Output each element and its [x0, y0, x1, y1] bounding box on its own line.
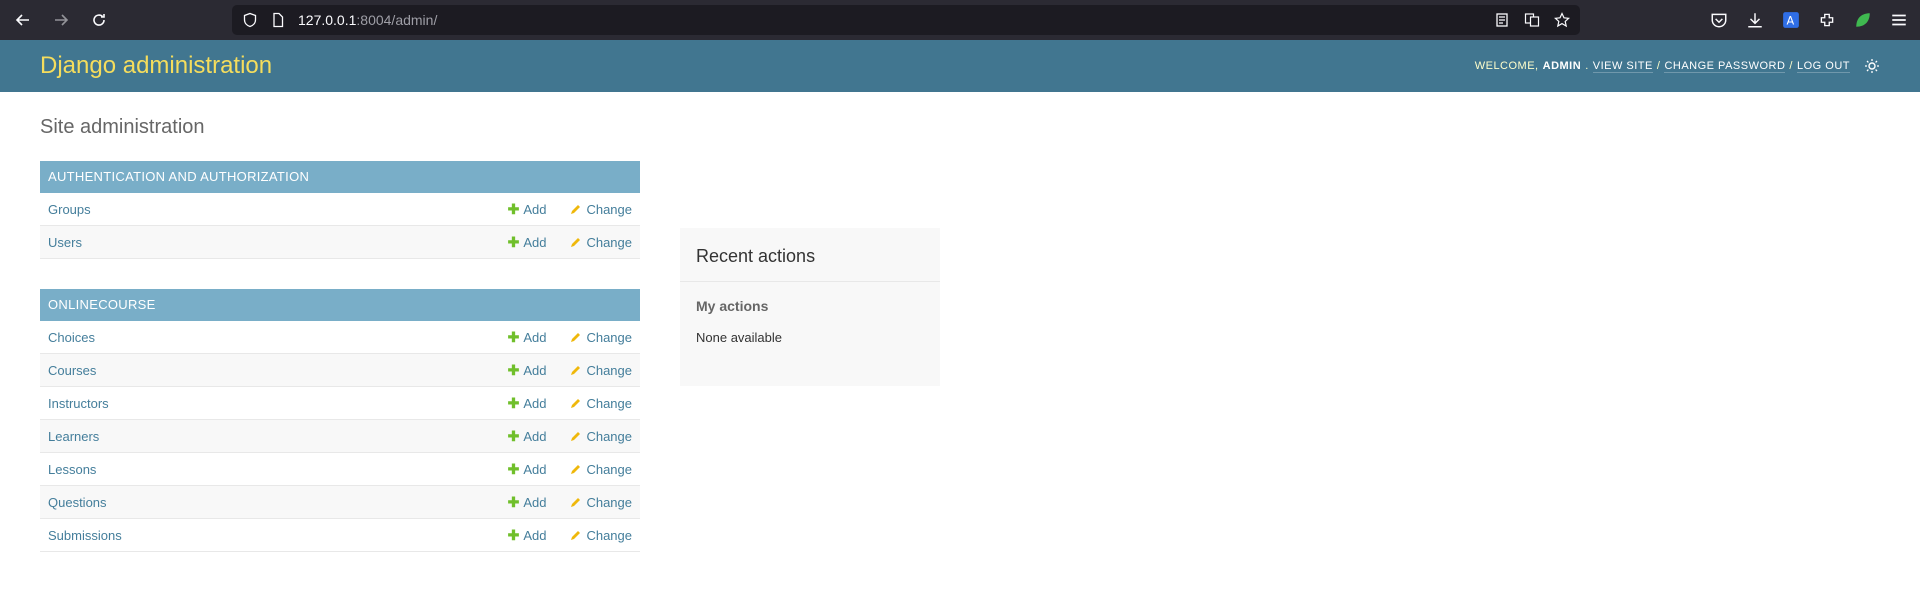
arrow-right-icon: [55, 14, 69, 26]
model-link[interactable]: Choices: [48, 330, 508, 345]
no-actions-text: None available: [696, 330, 783, 345]
change-password-link[interactable]: CHANGE PASSWORD: [1664, 60, 1786, 73]
translate-extension-icon[interactable]: A: [1782, 11, 1800, 29]
add-link[interactable]: ✚ Add: [508, 362, 547, 379]
reload-button[interactable]: [86, 7, 112, 33]
my-actions-heading: My actions: [696, 298, 769, 314]
add-link[interactable]: ✚ Add: [508, 494, 547, 511]
model-link[interactable]: Users: [48, 235, 508, 250]
arrow-left-icon: [15, 14, 29, 26]
extensions-icon[interactable]: [1818, 11, 1836, 29]
change-link[interactable]: Change: [570, 202, 632, 217]
plus-icon: ✚: [507, 460, 520, 477]
site-header: Django administration WELCOME, ADMIN. VI…: [0, 40, 1920, 92]
plus-icon: ✚: [507, 233, 520, 250]
view-site-link[interactable]: VIEW SITE: [1592, 60, 1653, 73]
pencil-icon: [570, 463, 582, 475]
address-bar[interactable]: 127.0.0.1:8004/admin/: [232, 5, 1580, 35]
pencil-icon: [570, 203, 582, 215]
model-link[interactable]: Lessons: [48, 462, 508, 477]
change-link[interactable]: Change: [570, 528, 632, 543]
pencil-icon: [570, 364, 582, 376]
change-link[interactable]: Change: [570, 429, 632, 444]
model-row: Instructors ✚ Add Change: [40, 387, 640, 420]
pencil-icon: [570, 496, 582, 508]
add-link[interactable]: ✚ Add: [508, 428, 547, 445]
plus-icon: ✚: [507, 200, 520, 217]
plus-icon: ✚: [507, 361, 520, 378]
model-link[interactable]: Instructors: [48, 396, 508, 411]
url-text[interactable]: 127.0.0.1:8004/admin/: [298, 12, 437, 28]
add-link[interactable]: ✚ Add: [508, 329, 547, 346]
pencil-icon: [570, 430, 582, 442]
recent-actions-module: Recent actions My actions None available: [680, 228, 940, 386]
model-row: Submissions ✚ Add Change: [40, 519, 640, 552]
forward-button[interactable]: [48, 7, 74, 33]
reload-icon: [93, 14, 105, 26]
plus-icon: ✚: [507, 394, 520, 411]
model-link[interactable]: Learners: [48, 429, 508, 444]
page-icon: [270, 12, 286, 28]
app-module: AUTHENTICATION AND AUTHORIZATION Groups ✚ A…: [40, 161, 640, 259]
model-row: Users ✚ Add Change: [40, 226, 640, 259]
browser-toolbar: 127.0.0.1:8004/admin/ A: [0, 0, 1920, 40]
model-row: Groups ✚ Add Change: [40, 193, 640, 226]
plus-icon: ✚: [507, 526, 520, 543]
app-module: ONLINECOURSE Choices ✚ Add Change Courses ✚ Add…: [40, 289, 640, 552]
content: Site administration AUTHENTICATION AND A…: [0, 92, 1920, 595]
model-row: Choices ✚ Add Change: [40, 321, 640, 354]
user-tools: WELCOME, ADMIN. VIEW SITE / CHANGE PASSW…: [1475, 58, 1880, 74]
add-link[interactable]: ✚ Add: [508, 527, 547, 544]
plus-icon: ✚: [507, 493, 520, 510]
add-link[interactable]: ✚ Add: [508, 234, 547, 251]
model-link[interactable]: Groups: [48, 202, 508, 217]
model-row: Questions ✚ Add Change: [40, 486, 640, 519]
username: ADMIN: [1542, 60, 1582, 72]
pencil-icon: [570, 331, 582, 343]
add-link[interactable]: ✚ Add: [508, 395, 547, 412]
app-caption[interactable]: ONLINECOURSE: [40, 289, 640, 321]
add-link[interactable]: ✚ Add: [508, 201, 547, 218]
pencil-icon: [570, 236, 582, 248]
svg-text:A: A: [1787, 15, 1795, 28]
extension-leaf-icon[interactable]: [1854, 11, 1872, 29]
recent-actions-title: Recent actions: [680, 228, 940, 282]
change-link[interactable]: Change: [570, 330, 632, 345]
model-row: Lessons ✚ Add Change: [40, 453, 640, 486]
welcome-text: WELCOME,: [1474, 60, 1539, 72]
theme-toggle-icon[interactable]: [1864, 58, 1880, 74]
menu-icon[interactable]: [1890, 11, 1908, 29]
model-link[interactable]: Submissions: [48, 528, 508, 543]
change-link[interactable]: Change: [570, 495, 632, 510]
pencil-icon: [570, 529, 582, 541]
shield-icon[interactable]: [242, 12, 258, 28]
model-row: Courses ✚ Add Change: [40, 354, 640, 387]
model-row: Learners ✚ Add Change: [40, 420, 640, 453]
app-caption[interactable]: AUTHENTICATION AND AUTHORIZATION: [40, 161, 640, 193]
log-out-link[interactable]: LOG OUT: [1796, 60, 1850, 73]
change-link[interactable]: Change: [570, 462, 632, 477]
model-link[interactable]: Questions: [48, 495, 508, 510]
back-button[interactable]: [10, 7, 36, 33]
pocket-icon[interactable]: [1710, 11, 1728, 29]
translate-icon[interactable]: [1524, 12, 1540, 28]
page-title: Site administration: [40, 116, 205, 138]
reader-view-icon[interactable]: [1494, 12, 1510, 28]
bookmark-star-icon[interactable]: [1554, 12, 1570, 28]
model-link[interactable]: Courses: [48, 363, 508, 378]
change-link[interactable]: Change: [570, 396, 632, 411]
pencil-icon: [570, 397, 582, 409]
plus-icon: ✚: [507, 427, 520, 444]
download-icon[interactable]: [1746, 11, 1764, 29]
site-branding[interactable]: Django administration: [40, 52, 272, 80]
plus-icon: ✚: [507, 328, 520, 345]
change-link[interactable]: Change: [570, 235, 632, 250]
add-link[interactable]: ✚ Add: [508, 461, 547, 478]
change-link[interactable]: Change: [570, 363, 632, 378]
